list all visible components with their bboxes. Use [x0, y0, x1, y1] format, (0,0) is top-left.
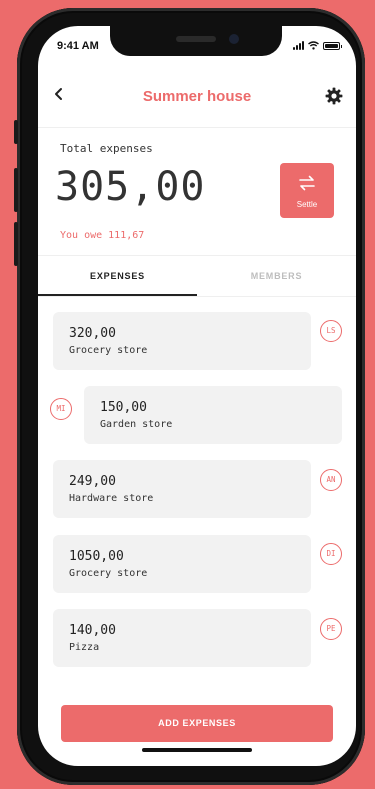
expense-amount: 140,00: [69, 623, 116, 638]
page-title: Summer house: [142, 88, 252, 105]
expense-amount: 320,00: [69, 326, 116, 341]
add-expenses-button[interactable]: ADD EXPENSES: [61, 705, 333, 742]
expense-item[interactable]: 249,00 Hardware store: [53, 460, 311, 518]
member-avatar[interactable]: AN: [320, 469, 342, 491]
tab-members[interactable]: MEMBERS: [197, 256, 356, 296]
settle-button[interactable]: Settle: [280, 163, 334, 218]
member-avatar[interactable]: MI: [50, 398, 72, 420]
expense-name: Grocery store: [69, 568, 148, 579]
phone-notch: [110, 26, 282, 56]
app-header: Summer house: [38, 84, 356, 114]
phone-volume-up-button: [14, 168, 18, 212]
total-expenses-label: Total expenses: [60, 142, 153, 155]
expense-name: Grocery store: [69, 345, 148, 356]
expense-item[interactable]: 150,00 Garden store: [84, 386, 342, 444]
header-divider: [38, 127, 356, 128]
signal-icon: [293, 41, 304, 50]
front-camera: [229, 34, 239, 44]
battery-icon: [323, 41, 342, 50]
owe-amount-text: You owe 111,67: [60, 230, 145, 241]
phone-volume-down-button: [14, 222, 18, 266]
member-avatar[interactable]: LS: [320, 320, 342, 342]
member-avatar[interactable]: PE: [320, 618, 342, 640]
tab-expenses[interactable]: EXPENSES: [38, 256, 197, 296]
member-avatar[interactable]: DI: [320, 543, 342, 565]
expense-name: Garden store: [100, 419, 173, 430]
expense-amount: 150,00: [100, 400, 147, 415]
speaker-grille: [176, 36, 216, 42]
home-indicator[interactable]: [142, 748, 252, 752]
expense-amount: 1050,00: [69, 549, 124, 564]
expense-item[interactable]: 320,00 Grocery store: [53, 312, 311, 370]
total-expenses-amount: 305,00: [55, 164, 206, 210]
wifi-icon: [308, 41, 319, 50]
settings-button[interactable]: [324, 86, 344, 106]
status-icons: [293, 41, 342, 50]
expense-item[interactable]: 140,00 Pizza: [53, 609, 311, 667]
tab-bar: EXPENSES MEMBERS: [38, 256, 356, 296]
settle-button-label: Settle: [296, 200, 318, 209]
expense-name: Hardware store: [69, 493, 154, 504]
expense-item[interactable]: 1050,00 Grocery store: [53, 535, 311, 593]
expense-name: Pizza: [69, 642, 100, 653]
tabs-divider: [38, 296, 356, 297]
phone-side-button: [14, 120, 18, 144]
gear-icon: [325, 87, 343, 105]
expense-amount: 249,00: [69, 474, 116, 489]
swap-arrows-icon: [299, 175, 315, 191]
app-screen: 9:41 AM Summer house Total expenses 305,…: [38, 26, 356, 766]
status-time: 9:41 AM: [57, 40, 99, 52]
